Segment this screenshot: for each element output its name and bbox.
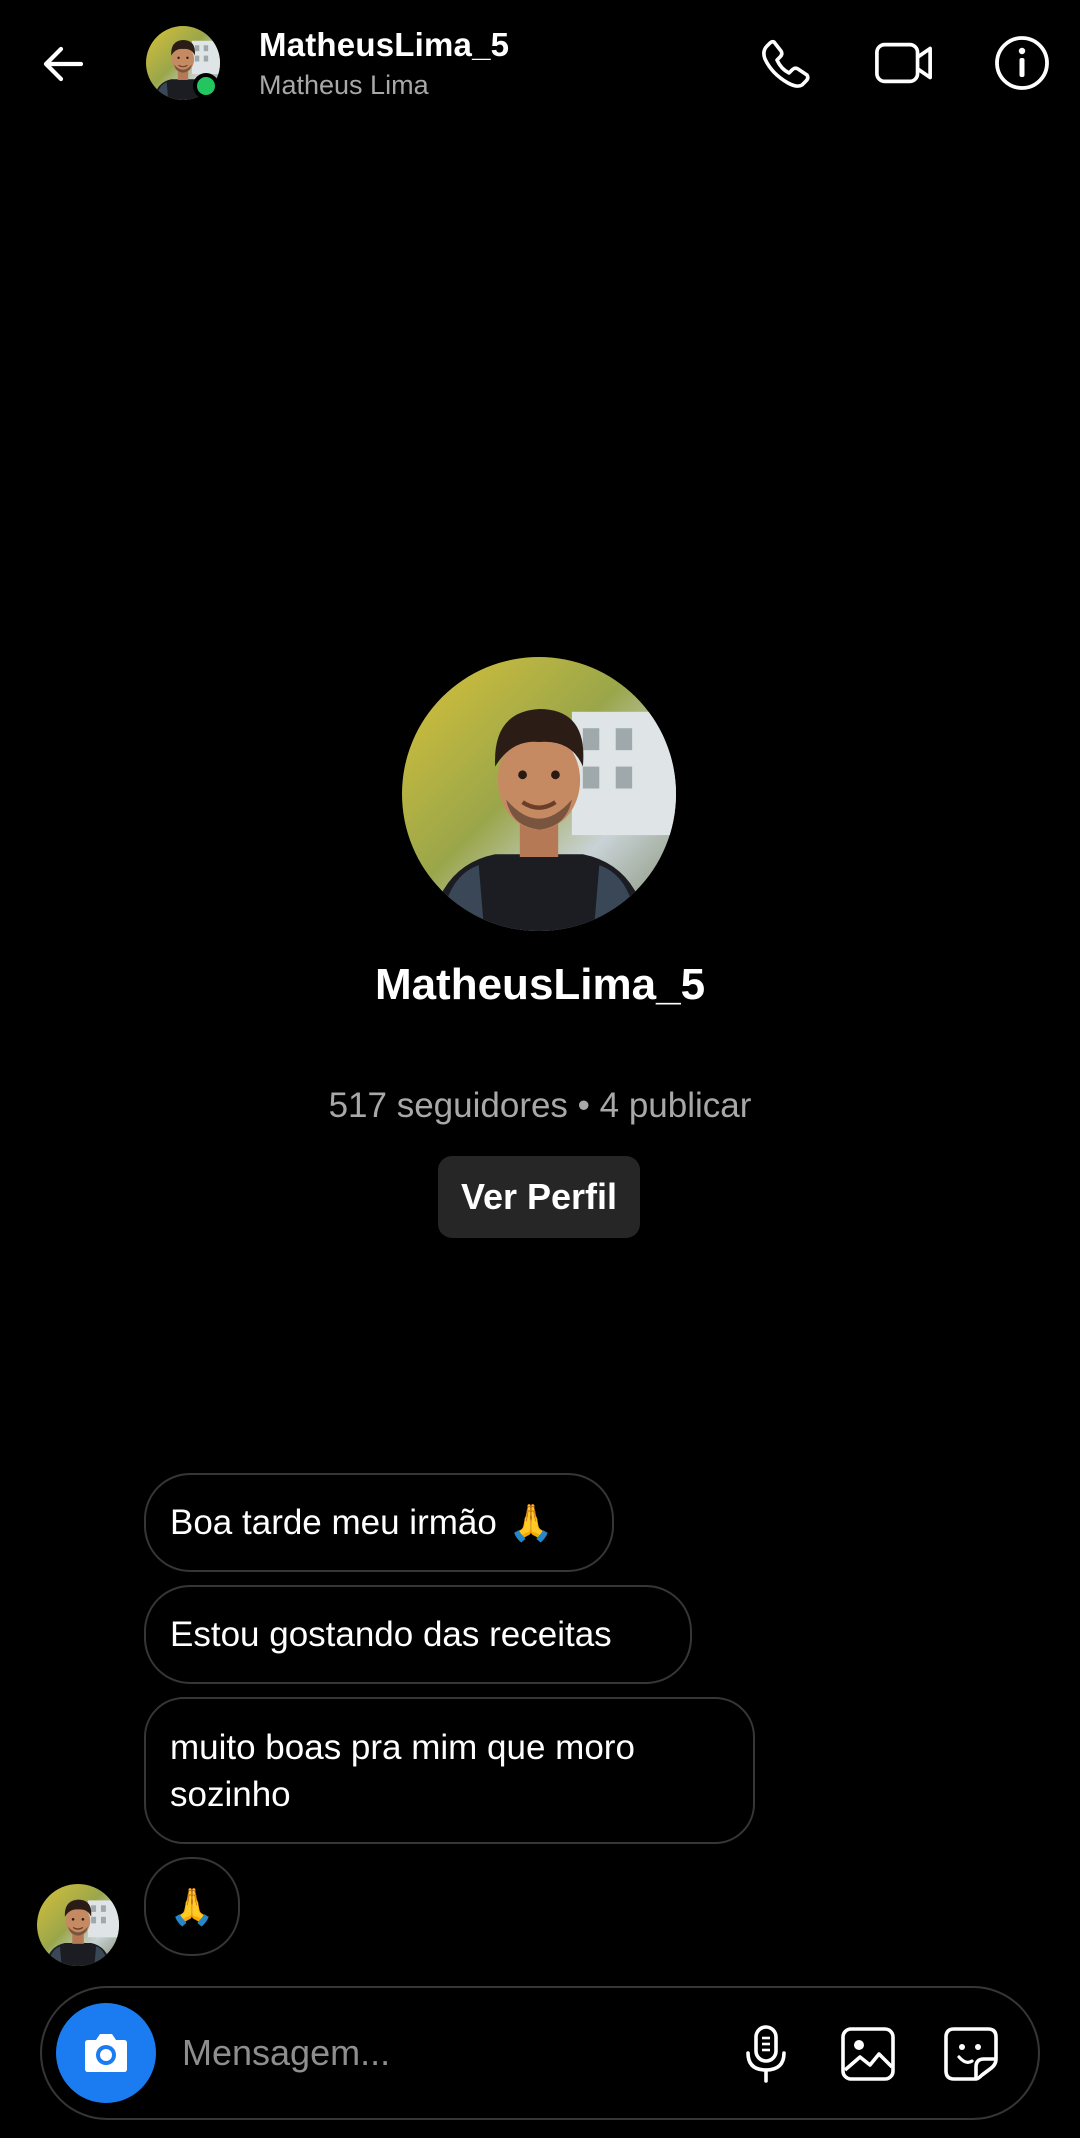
message-bubble[interactable]: Estou gostando das receitas	[144, 1585, 692, 1684]
phone-icon	[762, 39, 810, 88]
gallery-button[interactable]	[837, 2023, 899, 2085]
voice-call-button[interactable]	[756, 33, 816, 93]
sender-avatar[interactable]	[37, 1884, 119, 1966]
back-arrow-icon	[43, 46, 84, 82]
message-bubble[interactable]: muito boas pra mim que moro sozinho	[144, 1697, 755, 1844]
camera-icon	[85, 2034, 127, 2072]
message-input[interactable]	[182, 2022, 702, 2084]
praying-hands-emoji: 🙏	[508, 1502, 554, 1543]
voice-message-button[interactable]	[735, 2023, 797, 2085]
message-text: Estou gostando das receitas	[170, 1615, 612, 1654]
microphone-icon	[746, 2025, 786, 2083]
gallery-icon	[841, 2027, 895, 2081]
video-camera-icon	[875, 42, 932, 84]
chat-header: MatheusLima_5 Matheus Lima	[0, 0, 1080, 130]
video-call-button[interactable]	[874, 33, 934, 93]
praying-hands-emoji: 🙏	[169, 1886, 215, 1927]
sticker-button[interactable]	[940, 2023, 1002, 2085]
view-profile-button[interactable]: Ver Perfil	[438, 1156, 640, 1238]
header-fullname[interactable]: Matheus Lima	[259, 70, 429, 101]
header-username[interactable]: MatheusLima_5	[259, 26, 509, 64]
back-button[interactable]	[36, 36, 92, 92]
sticker-icon	[944, 2027, 998, 2081]
profile-avatar[interactable]	[402, 657, 676, 931]
info-button[interactable]	[992, 33, 1052, 93]
message-text: muito boas pra mim que moro sozinho	[170, 1727, 635, 1814]
message-text: Boa tarde meu irmão	[170, 1503, 497, 1542]
message-bubble[interactable]: 🙏	[144, 1857, 240, 1956]
camera-button[interactable]	[56, 2003, 156, 2103]
message-bubble[interactable]: Boa tarde meu irmão 🙏	[144, 1473, 614, 1572]
online-status-dot	[193, 73, 219, 99]
profile-username: MatheusLima_5	[374, 960, 706, 1009]
profile-stats: 517 seguidores • 4 publicar	[328, 1086, 752, 1125]
info-icon	[995, 36, 1049, 90]
